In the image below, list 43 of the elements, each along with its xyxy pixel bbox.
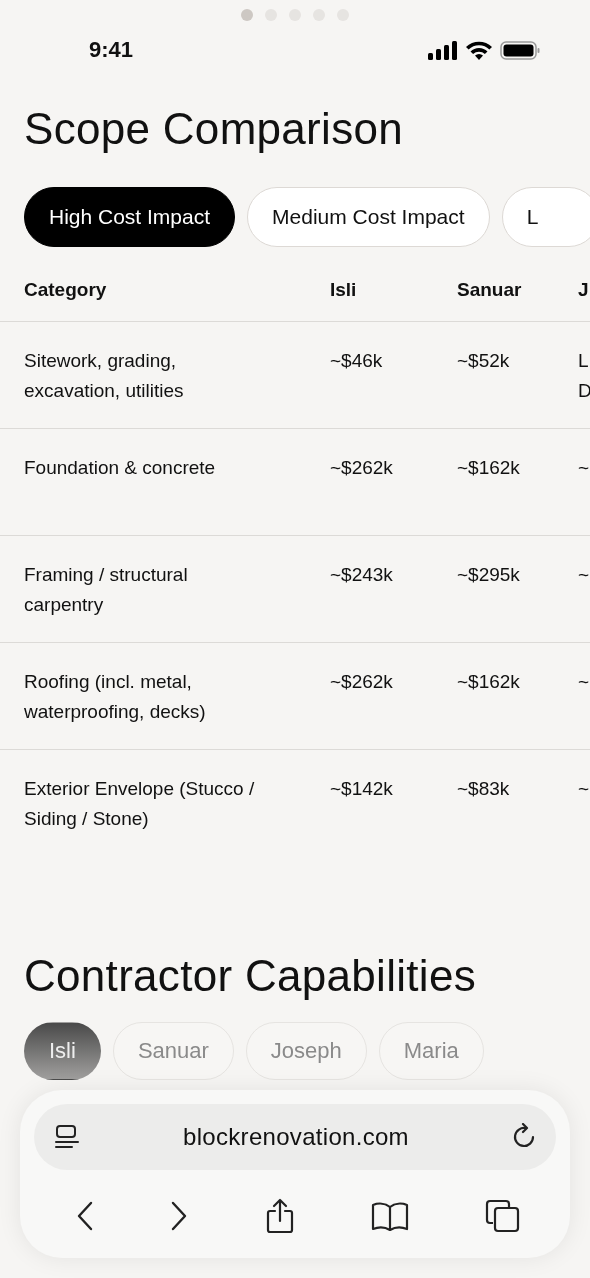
table-cell-text: Sitework, grading, excavation, utilities bbox=[24, 349, 185, 403]
table-cell-text: ~$162k bbox=[457, 670, 521, 694]
table-cell-text: ~$142k bbox=[330, 777, 394, 801]
address-bar[interactable]: blockrenovation.com bbox=[34, 1104, 556, 1170]
filter-tab[interactable]: High Cost Impact bbox=[24, 187, 236, 247]
column-header: Category bbox=[24, 278, 108, 302]
table-cell-text: ~ bbox=[578, 563, 590, 587]
table-cell-text: ~$52k bbox=[457, 349, 511, 373]
table-cell-text: ~ bbox=[578, 777, 590, 801]
status-time: 9:41 bbox=[89, 37, 134, 63]
section-title: Contractor Capabilities bbox=[24, 950, 477, 1002]
back-icon[interactable] bbox=[76, 1201, 94, 1231]
table-cell-text: L D bbox=[578, 349, 590, 403]
book-icon[interactable] bbox=[370, 1201, 409, 1231]
url-text: blockrenovation.com bbox=[183, 1123, 409, 1151]
signal-icon bbox=[428, 40, 458, 60]
table-cell-text: ~$295k bbox=[457, 563, 521, 587]
table-cell-text: Framing / structural carpentry bbox=[24, 563, 189, 617]
page-title: Scope Comparison bbox=[24, 103, 404, 155]
table-cell-text: ~$46k bbox=[330, 349, 384, 373]
column-header: J bbox=[578, 278, 590, 302]
table-cell-text: ~$243k bbox=[330, 563, 394, 587]
page-dot[interactable] bbox=[241, 9, 253, 21]
table-cell-text: ~$162k bbox=[457, 456, 521, 480]
table-cell-text: ~ bbox=[578, 456, 590, 480]
table-cell-text: ~ bbox=[578, 670, 590, 694]
column-header: Sanuar bbox=[457, 278, 523, 302]
filter-tab[interactable]: Medium Cost Impact bbox=[247, 187, 490, 247]
table-cell-text: ~$262k bbox=[330, 456, 394, 480]
table-cell-text: Roofing (incl. metal, waterproofing, decks) bbox=[24, 670, 207, 724]
share-icon[interactable] bbox=[264, 1198, 295, 1234]
table-cell-text: ~$262k bbox=[330, 670, 394, 694]
table-cell-text: Foundation & concrete bbox=[24, 456, 217, 480]
table-cell-text: Exterior Envelope (Stucco / Siding / Stone) bbox=[24, 777, 256, 831]
filter-tab[interactable]: L bbox=[501, 187, 590, 247]
table-cell-text: ~$83k bbox=[457, 777, 511, 801]
reader-icon[interactable] bbox=[54, 1124, 80, 1150]
forward-icon[interactable] bbox=[170, 1201, 189, 1231]
battery-icon bbox=[500, 40, 540, 60]
wifi-icon bbox=[466, 40, 492, 60]
column-header: Isli bbox=[330, 278, 358, 302]
tabs-icon[interactable] bbox=[485, 1199, 521, 1233]
contractor-chip[interactable]: Isli bbox=[24, 1022, 101, 1080]
